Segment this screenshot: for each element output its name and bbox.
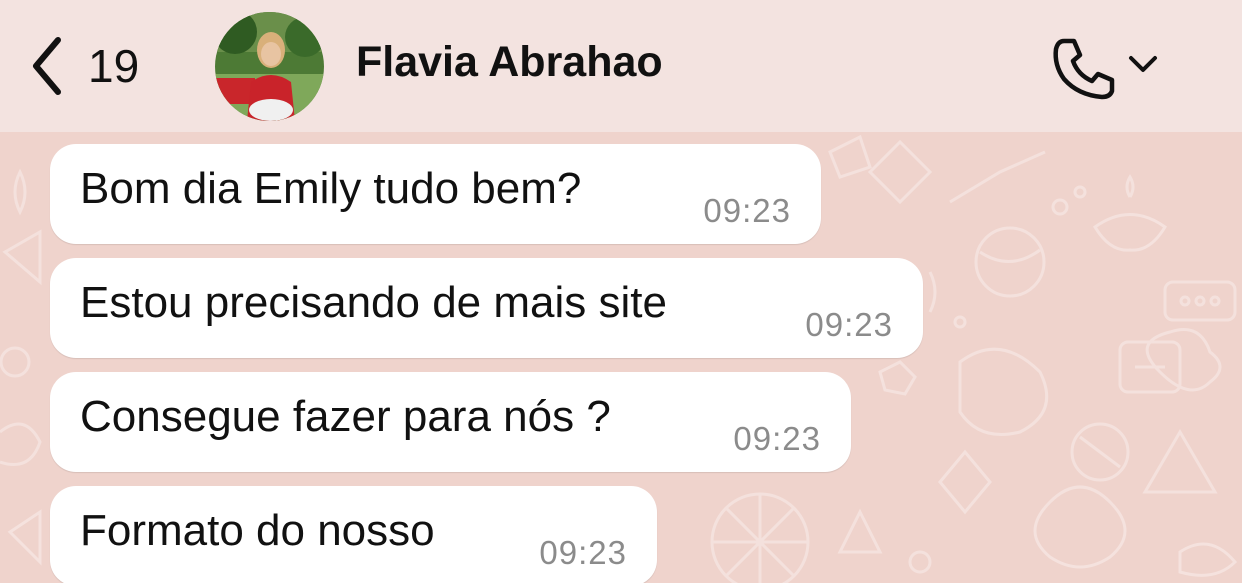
chevron-left-icon — [30, 36, 64, 96]
message-time: 09:23 — [539, 534, 627, 571]
message-text: Bom dia Emily tudo bem? — [80, 164, 582, 213]
message-text: Consegue fazer para nós ? — [80, 392, 611, 441]
message-bubble[interactable]: Estou precisando de mais site 09:23 — [50, 258, 923, 358]
avatar[interactable] — [215, 12, 324, 121]
message-list[interactable]: Bom dia Emily tudo bem? 09:23 Estou prec… — [0, 132, 1242, 583]
call-button[interactable] — [1050, 35, 1120, 101]
message-time: 09:23 — [733, 420, 821, 457]
chevron-down-icon — [1126, 56, 1160, 84]
message-bubble[interactable]: Consegue fazer para nós ? 09:23 — [50, 372, 851, 472]
message-time: 09:23 — [703, 192, 791, 229]
message-bubble[interactable]: Bom dia Emily tudo bem? 09:23 — [50, 144, 821, 244]
phone-icon — [1050, 38, 1120, 105]
chat-header: 19 Flavia Abrahao — [0, 0, 1242, 132]
call-options-button[interactable] — [1126, 50, 1160, 80]
message-time: 09:23 — [805, 306, 893, 343]
contact-name[interactable]: Flavia Abrahao — [356, 38, 663, 87]
message-text: Estou precisando de mais site — [80, 278, 667, 327]
back-button[interactable]: 19 — [30, 30, 170, 102]
unread-count: 19 — [88, 40, 140, 92]
message-text: Formato do nosso — [80, 506, 435, 555]
message-bubble[interactable]: Formato do nosso 09:23 — [50, 486, 657, 583]
